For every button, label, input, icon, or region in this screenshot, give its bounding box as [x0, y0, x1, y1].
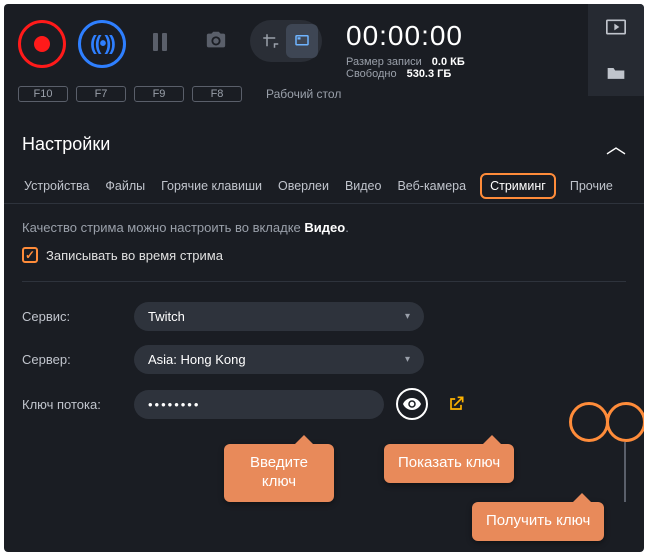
tab-webcam[interactable]: Веб-камера — [395, 175, 468, 201]
folder-button[interactable] — [588, 50, 644, 96]
settings-body: Качество стрима можно настроить во вклад… — [4, 204, 644, 450]
free-label: Свободно — [346, 68, 397, 80]
tab-streaming[interactable]: Стриминг — [480, 173, 556, 199]
checkbox-checked-icon[interactable]: ✓ — [22, 247, 38, 263]
hotkey-pause: F9 — [134, 86, 184, 102]
tab-overlays[interactable]: Оверлеи — [276, 175, 331, 201]
record-icon — [34, 36, 50, 52]
server-select[interactable]: Asia: Hong Kong ▾ — [134, 345, 424, 374]
chevron-down-icon: ▾ — [405, 354, 410, 365]
tab-devices[interactable]: Устройства — [22, 175, 91, 201]
tab-files[interactable]: Файлы — [103, 175, 147, 201]
hotkey-record: F10 — [18, 86, 68, 102]
capture-area-label: Рабочий стол — [266, 87, 341, 101]
crop-icon — [261, 32, 279, 50]
callout-enter-key: Введите ключ — [224, 444, 334, 502]
timer-display: 00:00:00 — [346, 20, 465, 52]
service-label: Сервис: — [22, 309, 122, 324]
stream-key-input[interactable]: •••••••• — [134, 390, 384, 419]
settings-header[interactable]: Настройки ︿ — [4, 112, 644, 163]
film-icon — [606, 19, 626, 35]
settings-tabs: Устройства Файлы Горячие клавиши Оверлеи… — [4, 163, 644, 204]
hotkey-screenshot: F8 — [192, 86, 242, 102]
eye-icon — [403, 398, 421, 410]
size-value: 0.0 КБ — [432, 56, 465, 68]
service-select[interactable]: Twitch ▾ — [134, 302, 424, 331]
stream-key-row: Ключ потока: •••••••• — [22, 388, 626, 420]
server-row: Сервер: Asia: Hong Kong ▾ — [22, 345, 626, 374]
status-block: 00:00:00 Размер записи 0.0 КБ Свободно 5… — [346, 20, 465, 80]
stream-button[interactable]: ((•)) — [78, 20, 126, 68]
server-label: Сервер: — [22, 352, 122, 367]
app-window: ((•)) 00:00:00 Размер записи 0.0 КБ — [4, 4, 644, 552]
capture-area-selector[interactable] — [250, 20, 322, 62]
record-button[interactable] — [18, 20, 66, 68]
screenshot-button[interactable] — [194, 20, 238, 64]
folder-icon — [606, 65, 626, 81]
callout-show-key: Показать ключ — [384, 444, 514, 483]
crop-mode[interactable] — [254, 24, 286, 58]
pause-button[interactable] — [138, 20, 182, 64]
tab-hotkeys[interactable]: Горячие клавиши — [159, 175, 264, 201]
top-toolbar: ((•)) 00:00:00 Размер записи 0.0 КБ — [4, 4, 644, 80]
divider — [22, 281, 626, 282]
size-label: Размер записи — [346, 56, 422, 68]
stream-key-label: Ключ потока: — [22, 397, 122, 412]
hotkey-stream: F7 — [76, 86, 126, 102]
monitor-icon — [293, 32, 311, 50]
callout-connector — [624, 442, 626, 502]
quality-hint: Качество стрима можно настроить во вклад… — [22, 220, 626, 235]
side-actions — [588, 4, 644, 96]
service-row: Сервис: Twitch ▾ — [22, 302, 626, 331]
broadcast-icon: ((•)) — [90, 33, 114, 56]
tab-video[interactable]: Видео — [343, 175, 384, 201]
callout-get-key: Получить ключ — [472, 502, 604, 541]
record-during-stream-label: Записывать во время стрима — [46, 248, 223, 263]
show-key-button[interactable] — [396, 388, 428, 420]
tab-other[interactable]: Прочие — [568, 175, 615, 201]
external-link-icon — [446, 394, 466, 414]
settings-title: Настройки — [22, 134, 110, 155]
chevron-down-icon: ▾ — [405, 311, 410, 322]
free-value: 530.3 ГБ — [407, 68, 452, 80]
fullscreen-mode[interactable] — [286, 24, 318, 58]
camera-icon — [205, 29, 227, 56]
chevron-up-icon: ︿ — [606, 130, 626, 159]
record-during-stream-row[interactable]: ✓ Записывать во время стрима — [22, 247, 626, 263]
get-key-button[interactable] — [440, 388, 472, 420]
library-button[interactable] — [588, 4, 644, 50]
hotkey-row: F10 F7 F9 F8 Рабочий стол — [4, 80, 644, 112]
pause-icon — [153, 33, 167, 51]
